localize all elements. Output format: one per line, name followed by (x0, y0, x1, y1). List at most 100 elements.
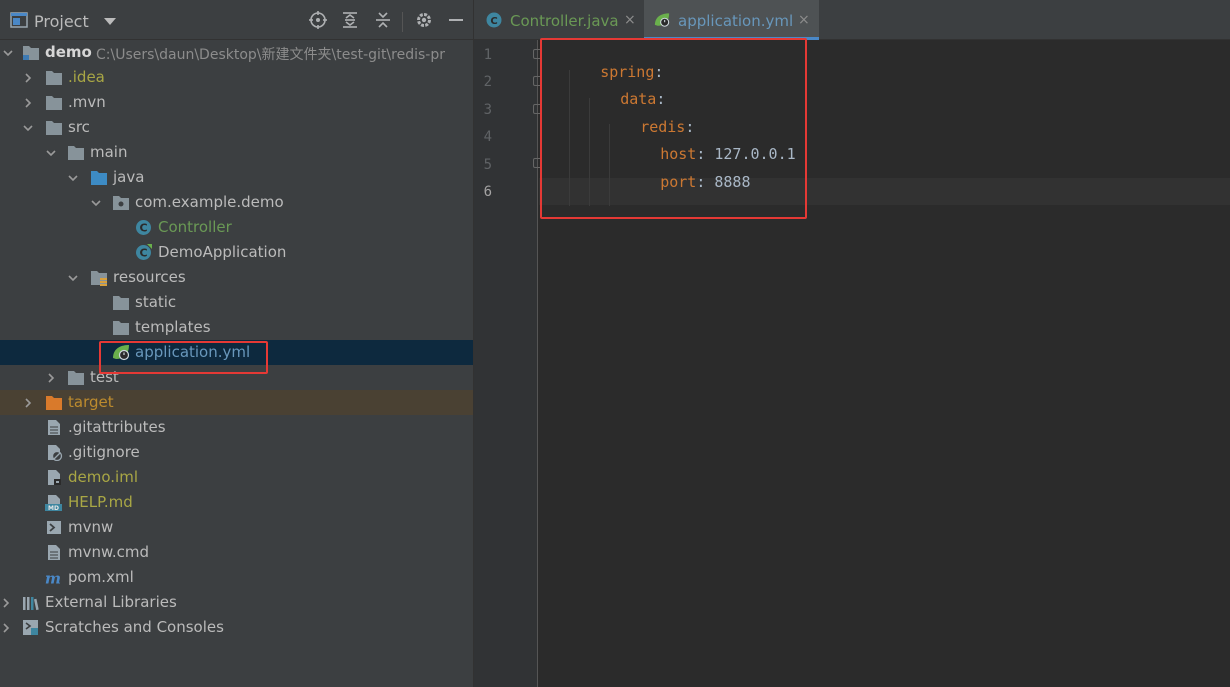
chevron-down-icon[interactable] (2, 47, 14, 59)
folder-icon (113, 296, 129, 310)
tree-item-label: Scratches and Consoles (45, 618, 224, 636)
libraries-icon (23, 597, 39, 611)
tree-item-label: mvnw (68, 518, 114, 536)
tab-application-yml[interactable]: application.yml × (644, 0, 819, 40)
spring-boot-class-icon: C (136, 244, 152, 260)
tree-item-label: target (68, 393, 114, 411)
chevron-down-icon[interactable] (45, 147, 57, 159)
tree-item-package[interactable]: com.example.demo (0, 190, 473, 215)
project-view-selector[interactable]: Project (34, 12, 89, 31)
tree-item-gitignore[interactable]: .gitignore (0, 440, 473, 465)
tree-item-gitattributes[interactable]: .gitattributes (0, 415, 473, 440)
project-tool-window: Project demo C:\Users\daun\Desktop\新建文件夹… (0, 0, 473, 687)
chevron-right-icon[interactable] (22, 72, 34, 84)
collapse-all-icon[interactable] (374, 11, 392, 29)
svg-text:MD: MD (48, 505, 59, 511)
tree-item-main[interactable]: main (0, 140, 473, 165)
tab-label: application.yml (678, 12, 794, 30)
chevron-down-icon[interactable] (90, 197, 102, 209)
tree-item-label: templates (135, 318, 211, 336)
tree-item-demo[interactable]: demo C:\Users\daun\Desktop\新建文件夹\test-gi… (0, 40, 473, 65)
tree-item-label: static (135, 293, 177, 311)
tree-item-controller[interactable]: C Controller (0, 215, 473, 240)
tree-item-templates[interactable]: templates (0, 315, 473, 340)
chevron-down-icon[interactable] (104, 18, 116, 25)
gear-icon[interactable] (415, 11, 433, 29)
tree-item-demo-application[interactable]: C DemoApplication (0, 240, 473, 265)
tree-item-help-md[interactable]: MD HELP.md (0, 490, 473, 515)
ignore-file-icon (48, 445, 63, 461)
resources-folder-icon (91, 271, 107, 286)
svg-text:C: C (139, 222, 147, 235)
tree-item-label: resources (113, 268, 186, 286)
tree-item-resources[interactable]: resources (0, 265, 473, 290)
tree-item-label: .gitignore (68, 443, 140, 461)
tree-item-pom-xml[interactable]: m pom.xml (0, 565, 473, 590)
chevron-right-icon[interactable] (0, 597, 12, 609)
tree-item-label: .idea (68, 68, 105, 86)
tree-item-label: src (68, 118, 90, 136)
hide-icon[interactable] (447, 11, 465, 29)
tree-item-label: demo.iml (68, 468, 138, 486)
chevron-down-icon[interactable] (67, 272, 79, 284)
tree-item-external-libraries[interactable]: External Libraries (0, 590, 473, 615)
java-class-icon: C (486, 12, 502, 28)
chevron-down-icon[interactable] (22, 122, 34, 134)
line-number: 2 (483, 74, 492, 90)
tree-item-label: HELP.md (68, 493, 133, 511)
close-icon[interactable]: × (624, 12, 636, 28)
chevron-right-icon[interactable] (45, 372, 57, 384)
close-icon[interactable]: × (798, 12, 810, 28)
spring-yaml-icon (654, 13, 670, 27)
tree-item-demo-iml[interactable]: demo.iml (0, 465, 473, 490)
line-number: 3 (483, 102, 492, 118)
folder-icon (46, 96, 62, 110)
tree-item-target[interactable]: target (0, 390, 473, 415)
editor-area: C Controller.java × application.yml × 1 … (473, 0, 1230, 687)
excluded-folder-icon (46, 396, 62, 410)
folder-icon (68, 146, 84, 160)
tree-item-label: pom.xml (68, 568, 134, 586)
project-panel-header: Project (0, 0, 473, 40)
tree-item-label: demo (45, 43, 92, 61)
scratches-icon (23, 620, 38, 635)
tree-item-java[interactable]: java (0, 165, 473, 190)
tree-item-label: External Libraries (45, 593, 177, 611)
tree-item-label: mvnw.cmd (68, 543, 150, 561)
folder-icon (46, 121, 62, 135)
tree-item-mvn[interactable]: .mvn (0, 90, 473, 115)
iml-file-icon (48, 470, 61, 485)
folder-icon (113, 321, 129, 335)
tree-item-label: DemoApplication (158, 243, 287, 261)
source-folder-icon (91, 171, 107, 185)
java-class-icon: C (136, 220, 151, 235)
tab-controller-java[interactable]: C Controller.java × (474, 0, 644, 40)
tree-item-label: java (113, 168, 145, 186)
line-number: 6 (483, 184, 492, 200)
svg-text:C: C (490, 16, 497, 27)
package-icon (113, 196, 129, 210)
locate-icon[interactable] (309, 11, 327, 29)
tree-item-src[interactable]: src (0, 115, 473, 140)
editor-gutter: 1 2 3 4 5 6 (474, 40, 542, 687)
folder-icon (46, 71, 62, 85)
svg-text:m: m (45, 569, 61, 586)
tab-label: Controller.java (510, 12, 619, 30)
tree-item-scratches[interactable]: Scratches and Consoles (0, 615, 473, 640)
folder-icon (68, 371, 84, 385)
text-file-icon (48, 420, 60, 435)
tree-item-static[interactable]: static (0, 290, 473, 315)
expand-all-icon[interactable] (341, 11, 359, 29)
chevron-down-icon[interactable] (67, 172, 79, 184)
tree-item-path: C:\Users\daun\Desktop\新建文件夹\test-git\red… (96, 47, 445, 63)
chevron-right-icon[interactable] (22, 397, 34, 409)
svg-text:C: C (139, 247, 147, 260)
tree-item-mvnw-cmd[interactable]: mvnw.cmd (0, 540, 473, 565)
toolbar-separator (402, 12, 403, 32)
chevron-right-icon[interactable] (22, 97, 34, 109)
editor-tab-bar: C Controller.java × application.yml × (474, 0, 1230, 40)
tree-item-idea[interactable]: .idea (0, 65, 473, 90)
tree-item-mvnw[interactable]: mvnw (0, 515, 473, 540)
chevron-right-icon[interactable] (0, 622, 12, 634)
markdown-file-icon: MD (45, 495, 62, 511)
